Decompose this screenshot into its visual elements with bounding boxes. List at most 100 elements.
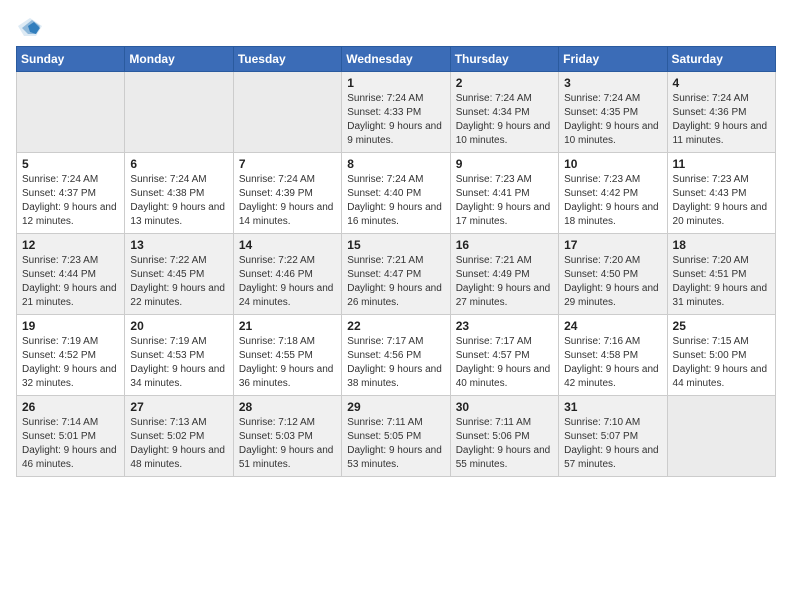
day-number: 17	[564, 238, 661, 252]
calendar-day-cell: 6Sunrise: 7:24 AM Sunset: 4:38 PM Daylig…	[125, 153, 233, 234]
calendar-day-cell: 17 Sunrise: 7:20 AM Sunset: 4:50 PM Dayli…	[559, 234, 667, 315]
day-number: 12	[22, 238, 119, 252]
day-info: Sunrise: 7:24 AM Sunset: 4:33 PM Dayligh…	[347, 92, 444, 148]
calendar-day-cell: 5 Sunrise: 7:24 AM Sunset: 4:37 PM Daylig…	[17, 153, 125, 234]
calendar-day-cell: 20 Sunrise: 7:19 AM Sunset: 4:53 PM Dayli…	[125, 315, 233, 396]
day-info: Sunrise: 7:10 AM Sunset: 5:07 PM Dayligh…	[564, 416, 661, 472]
day-number: 25	[673, 319, 770, 333]
day-number: 1	[347, 76, 444, 90]
calendar-day-cell: 8 Sunrise: 7:24 AM Sunset: 4:40 PM Daylig…	[342, 153, 450, 234]
day-info: Sunrise: 7:12 AM Sunset: 5:03 PM Dayligh…	[239, 416, 336, 472]
day-info: Sunrise: 7:20 AM Sunset: 4:51 PM Dayligh…	[673, 254, 770, 310]
day-info: Sunrise: 7:17 AM Sunset: 4:56 PM Dayligh…	[347, 335, 444, 391]
day-info: Sunrise: 7:23 AM Sunset: 4:41 PM Dayligh…	[456, 173, 553, 229]
day-info: Sunrise: 7:16 AM Sunset: 4:58 PM Dayligh…	[564, 335, 661, 391]
day-info: Sunrise: 7:22 AM Sunset: 4:45 PM Dayligh…	[130, 254, 227, 310]
day-number: 9	[456, 157, 553, 171]
calendar-day-cell	[17, 72, 125, 153]
calendar-week-row: 5 Sunrise: 7:24 AM Sunset: 4:37 PM Daylig…	[17, 153, 776, 234]
calendar-day-cell: 29 Sunrise: 7:11 AM Sunset: 5:05 PM Dayli…	[342, 396, 450, 477]
calendar-day-cell: 9 Sunrise: 7:23 AM Sunset: 4:41 PM Daylig…	[450, 153, 558, 234]
calendar-day-cell: 30 Sunrise: 7:11 AM Sunset: 5:06 PM Dayli…	[450, 396, 558, 477]
day-info: Sunrise: 7:19 AM Sunset: 4:53 PM Dayligh…	[130, 335, 227, 391]
day-info: Sunrise: 7:23 AM Sunset: 4:44 PM Dayligh…	[22, 254, 119, 310]
day-number: 30	[456, 400, 553, 414]
day-info: Sunrise: 7:24 AM Sunset: 4:38 PM Dayligh…	[130, 173, 227, 229]
weekday-header-cell: Tuesday	[233, 47, 341, 72]
day-number: 29	[347, 400, 444, 414]
calendar-day-cell: 14 Sunrise: 7:22 AM Sunset: 4:46 PM Dayli…	[233, 234, 341, 315]
calendar-week-row: 26 Sunrise: 7:14 AM Sunset: 5:01 PM Dayli…	[17, 396, 776, 477]
day-info: Sunrise: 7:24 AM Sunset: 4:36 PM Dayligh…	[673, 92, 770, 148]
calendar-day-cell: 11 Sunrise: 7:23 AM Sunset: 4:43 PM Dayli…	[667, 153, 775, 234]
day-number: 18	[673, 238, 770, 252]
day-number: 14	[239, 238, 336, 252]
calendar-day-cell: 2Sunrise: 7:24 AM Sunset: 4:34 PM Daylig…	[450, 72, 558, 153]
calendar-day-cell: 10 Sunrise: 7:23 AM Sunset: 4:42 PM Dayli…	[559, 153, 667, 234]
day-info: Sunrise: 7:23 AM Sunset: 4:42 PM Dayligh…	[564, 173, 661, 229]
day-info: Sunrise: 7:11 AM Sunset: 5:05 PM Dayligh…	[347, 416, 444, 472]
calendar-day-cell: 31 Sunrise: 7:10 AM Sunset: 5:07 PM Dayli…	[559, 396, 667, 477]
day-info: Sunrise: 7:23 AM Sunset: 4:43 PM Dayligh…	[673, 173, 770, 229]
day-info: Sunrise: 7:22 AM Sunset: 4:46 PM Dayligh…	[239, 254, 336, 310]
day-number: 11	[673, 157, 770, 171]
weekday-header-cell: Wednesday	[342, 47, 450, 72]
day-info: Sunrise: 7:19 AM Sunset: 4:52 PM Dayligh…	[22, 335, 119, 391]
day-number: 13	[130, 238, 227, 252]
calendar-day-cell: 12 Sunrise: 7:23 AM Sunset: 4:44 PM Dayli…	[17, 234, 125, 315]
day-info: Sunrise: 7:20 AM Sunset: 4:50 PM Dayligh…	[564, 254, 661, 310]
day-info: Sunrise: 7:14 AM Sunset: 5:01 PM Dayligh…	[22, 416, 119, 472]
weekday-header-cell: Thursday	[450, 47, 558, 72]
weekday-header-cell: Friday	[559, 47, 667, 72]
calendar-day-cell: 25 Sunrise: 7:15 AM Sunset: 5:00 PM Dayli…	[667, 315, 775, 396]
day-number: 15	[347, 238, 444, 252]
calendar-day-cell: 26 Sunrise: 7:14 AM Sunset: 5:01 PM Dayli…	[17, 396, 125, 477]
calendar: SundayMondayTuesdayWednesdayThursdayFrid…	[16, 46, 776, 477]
day-number: 31	[564, 400, 661, 414]
day-number: 22	[347, 319, 444, 333]
calendar-week-row: 1 Sunrise: 7:24 AM Sunset: 4:33 PM Daylig…	[17, 72, 776, 153]
day-number: 28	[239, 400, 336, 414]
calendar-day-cell: 15 Sunrise: 7:21 AM Sunset: 4:47 PM Dayli…	[342, 234, 450, 315]
day-number: 21	[239, 319, 336, 333]
calendar-day-cell	[667, 396, 775, 477]
calendar-day-cell: 18 Sunrise: 7:20 AM Sunset: 4:51 PM Dayli…	[667, 234, 775, 315]
day-number: 20	[130, 319, 227, 333]
calendar-day-cell: 24 Sunrise: 7:16 AM Sunset: 4:58 PM Dayli…	[559, 315, 667, 396]
calendar-week-row: 12 Sunrise: 7:23 AM Sunset: 4:44 PM Dayli…	[17, 234, 776, 315]
day-number: 8	[347, 157, 444, 171]
day-info: Sunrise: 7:24 AM Sunset: 4:34 PM Dayligh…	[456, 92, 553, 148]
day-number: 5	[22, 157, 119, 171]
day-number: 26	[22, 400, 119, 414]
calendar-day-cell	[125, 72, 233, 153]
calendar-day-cell: 27Sunrise: 7:13 AM Sunset: 5:02 PM Dayli…	[125, 396, 233, 477]
day-info: Sunrise: 7:24 AM Sunset: 4:40 PM Dayligh…	[347, 173, 444, 229]
header	[16, 16, 776, 38]
weekday-header-cell: Saturday	[667, 47, 775, 72]
calendar-day-cell: 28 Sunrise: 7:12 AM Sunset: 5:03 PM Dayli…	[233, 396, 341, 477]
calendar-body: 1 Sunrise: 7:24 AM Sunset: 4:33 PM Daylig…	[17, 72, 776, 477]
day-number: 10	[564, 157, 661, 171]
day-info: Sunrise: 7:24 AM Sunset: 4:37 PM Dayligh…	[22, 173, 119, 229]
day-info: Sunrise: 7:15 AM Sunset: 5:00 PM Dayligh…	[673, 335, 770, 391]
calendar-day-cell: 4 Sunrise: 7:24 AM Sunset: 4:36 PM Daylig…	[667, 72, 775, 153]
day-number: 4	[673, 76, 770, 90]
calendar-week-row: 19 Sunrise: 7:19 AM Sunset: 4:52 PM Dayli…	[17, 315, 776, 396]
calendar-day-cell: 16 Sunrise: 7:21 AM Sunset: 4:49 PM Dayli…	[450, 234, 558, 315]
day-info: Sunrise: 7:21 AM Sunset: 4:49 PM Dayligh…	[456, 254, 553, 310]
day-info: Sunrise: 7:24 AM Sunset: 4:39 PM Dayligh…	[239, 173, 336, 229]
logo-icon	[16, 16, 44, 38]
day-info: Sunrise: 7:17 AM Sunset: 4:57 PM Dayligh…	[456, 335, 553, 391]
day-number: 19	[22, 319, 119, 333]
day-info: Sunrise: 7:18 AM Sunset: 4:55 PM Dayligh…	[239, 335, 336, 391]
day-info: Sunrise: 7:11 AM Sunset: 5:06 PM Dayligh…	[456, 416, 553, 472]
day-info: Sunrise: 7:13 AM Sunset: 5:02 PM Dayligh…	[130, 416, 227, 472]
day-number: 7	[239, 157, 336, 171]
day-number: 24	[564, 319, 661, 333]
calendar-day-cell: 3Sunrise: 7:24 AM Sunset: 4:35 PM Daylig…	[559, 72, 667, 153]
calendar-day-cell: 1 Sunrise: 7:24 AM Sunset: 4:33 PM Daylig…	[342, 72, 450, 153]
calendar-day-cell	[233, 72, 341, 153]
day-number: 16	[456, 238, 553, 252]
day-info: Sunrise: 7:21 AM Sunset: 4:47 PM Dayligh…	[347, 254, 444, 310]
logo	[16, 16, 48, 38]
